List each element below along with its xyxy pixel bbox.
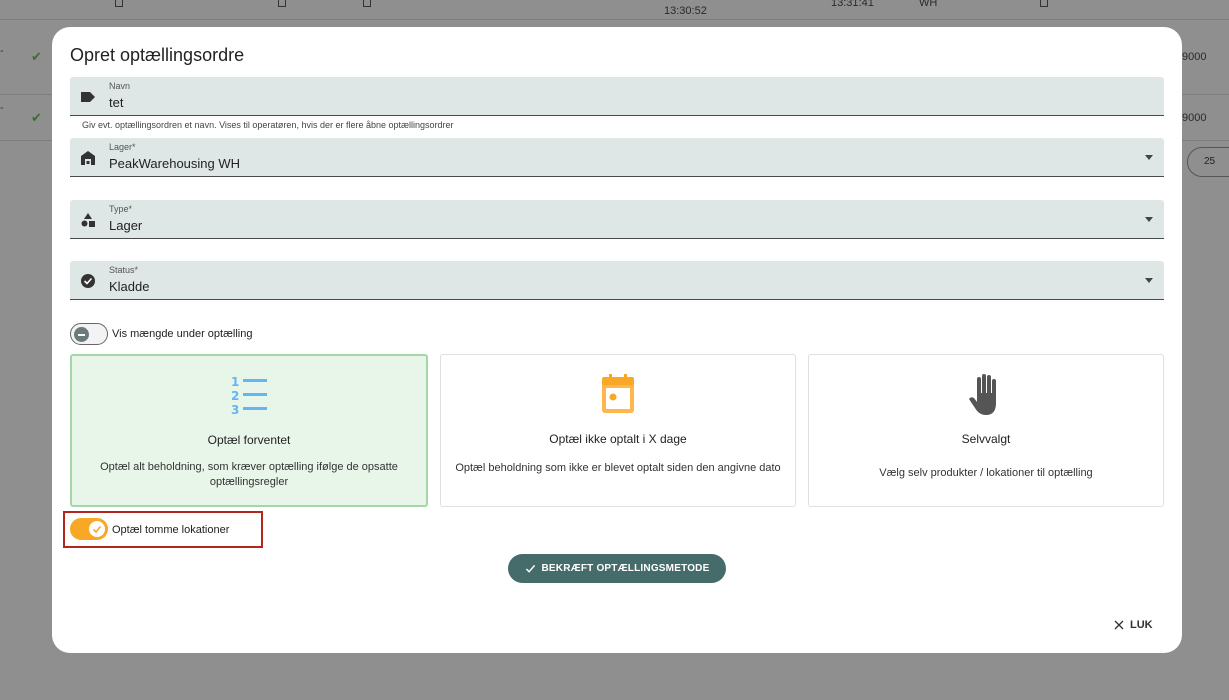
confirm-count-method-button[interactable]: BEKRÆFT OPTÆLLINGSMETODE (508, 554, 726, 583)
dialog-title: Opret optællingsordre (70, 45, 245, 65)
chevron-down-icon[interactable] (1145, 155, 1153, 160)
shapes-icon (81, 213, 95, 227)
chevron-down-icon[interactable] (1145, 217, 1153, 222)
toggle-on-knob (89, 521, 105, 537)
name-field-value[interactable]: tet (109, 95, 123, 110)
warehouse-icon (81, 151, 95, 165)
method-card-description: Optæl alt beholdning, som kræver optælli… (100, 461, 398, 488)
background-icon (115, 0, 123, 7)
calendar-icon (602, 374, 634, 413)
svg-text:3: 3 (231, 403, 239, 416)
count-empty-locations-toggle[interactable] (70, 518, 108, 540)
method-card-title: Selvvalgt (961, 432, 1011, 446)
check-circle-icon (81, 274, 95, 288)
method-card-custom[interactable]: Selvvalgt Vælg selv produkter / lokation… (808, 354, 1164, 507)
background-time: 13:30:52 (664, 5, 707, 17)
background-row-value: 9000 (1182, 112, 1207, 124)
confirm-button-label: BEKRÆFT OPTÆLLINGSMETODE (541, 563, 710, 574)
count-empty-locations-label: Optæl tomme lokationer (112, 524, 230, 536)
warehouse-select[interactable]: Lager* PeakWarehousing WH (70, 138, 1164, 177)
status-value: Kladde (109, 279, 150, 294)
name-field[interactable]: Navn tet (70, 77, 1164, 116)
method-card-expected[interactable]: 1 2 3 Optæl forventet Optæl alt beholdni… (70, 354, 428, 507)
numbered-list-icon: 1 2 3 (231, 375, 267, 416)
svg-text:1: 1 (231, 375, 239, 389)
warehouse-label: Lager* (109, 142, 136, 152)
type-label: Type* (109, 204, 133, 214)
name-field-label: Navn (109, 81, 131, 91)
toggle-off-knob (74, 327, 89, 342)
method-card-not-counted-days[interactable]: Optæl ikke optalt i X dage Optæl beholdn… (440, 354, 796, 507)
show-quantity-label: Vis mængde under optælling (112, 328, 253, 340)
background-time: 13:31:41 (831, 0, 874, 9)
warehouse-value: PeakWarehousing WH (109, 156, 241, 171)
method-card-title: Optæl forventet (207, 433, 291, 447)
close-icon (1114, 620, 1124, 630)
check-icon (525, 564, 535, 573)
method-card-description: Optæl beholdning som ikke er blevet opta… (455, 462, 781, 474)
background-icon (363, 0, 371, 7)
background-wh: WH (919, 0, 938, 9)
background-divider (0, 19, 1229, 20)
type-select[interactable]: Type* Lager (70, 200, 1164, 239)
name-field-hint: Giv evt. optællingsordren et navn. Vises… (82, 120, 454, 130)
status-select[interactable]: Status* Kladde (70, 261, 1164, 300)
rows-per-page-select[interactable]: 25 (1187, 147, 1229, 177)
close-button[interactable]: LUK (1114, 619, 1153, 631)
background-dash: - (0, 102, 4, 114)
label-tag-icon (81, 92, 95, 102)
hand-icon (969, 374, 996, 415)
create-count-order-dialog: Opret optællingsordre Navn tet Giv evt. … (52, 27, 1182, 653)
chevron-down-icon[interactable] (1145, 278, 1153, 283)
close-button-label: LUK (1130, 619, 1153, 631)
background-row-value: 9000 (1182, 51, 1207, 63)
svg-text:2: 2 (231, 389, 239, 403)
check-icon (92, 525, 102, 534)
background-check-icon: ✔ (31, 49, 42, 64)
background-icon (278, 0, 286, 7)
show-quantity-toggle[interactable] (70, 323, 108, 345)
background-dash: - (0, 45, 4, 57)
method-card-title: Optæl ikke optalt i X dage (549, 432, 687, 446)
background-icon (1040, 0, 1048, 7)
method-card-description: Vælg selv produkter / lokationer til opt… (879, 467, 1093, 479)
type-value: Lager (109, 218, 143, 233)
background-check-icon: ✔ (31, 110, 42, 125)
status-label: Status* (109, 265, 139, 275)
